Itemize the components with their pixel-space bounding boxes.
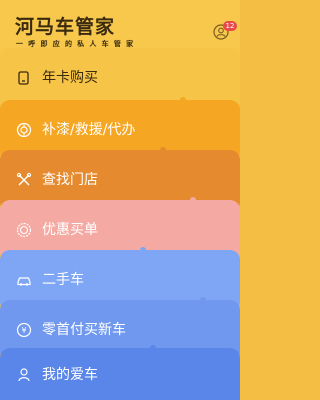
car-icon	[17, 277, 31, 286]
svg-text:¥: ¥	[21, 326, 26, 335]
card-icon	[18, 71, 29, 85]
tools-icon	[16, 172, 32, 186]
card-notch	[190, 197, 196, 203]
menu-item-label: 年卡购买	[42, 70, 98, 86]
new-car-icon: ¥	[16, 322, 32, 338]
app-title: 河马车管家	[15, 16, 116, 38]
notification-badge: 12	[223, 21, 237, 31]
menu-item-label: 二手车	[42, 272, 84, 288]
menu-item-label: 零首付买新车	[42, 322, 126, 338]
menu-item-label: 查找门店	[42, 172, 98, 188]
card-notch	[140, 247, 146, 253]
card-notch	[160, 147, 166, 153]
menu-item-label: 补漆/救援/代办	[42, 122, 136, 138]
menu-item-my-car[interactable]: 我的爱车	[0, 348, 240, 400]
driver-icon	[18, 368, 30, 382]
card-notch	[200, 297, 206, 303]
card-notch	[180, 97, 186, 103]
menu-item-label: 我的爱车	[42, 367, 98, 383]
menu-item-label: 优惠买单	[42, 222, 98, 238]
tire-icon	[16, 122, 32, 138]
card-notch	[150, 345, 156, 351]
discount-icon	[16, 222, 32, 238]
